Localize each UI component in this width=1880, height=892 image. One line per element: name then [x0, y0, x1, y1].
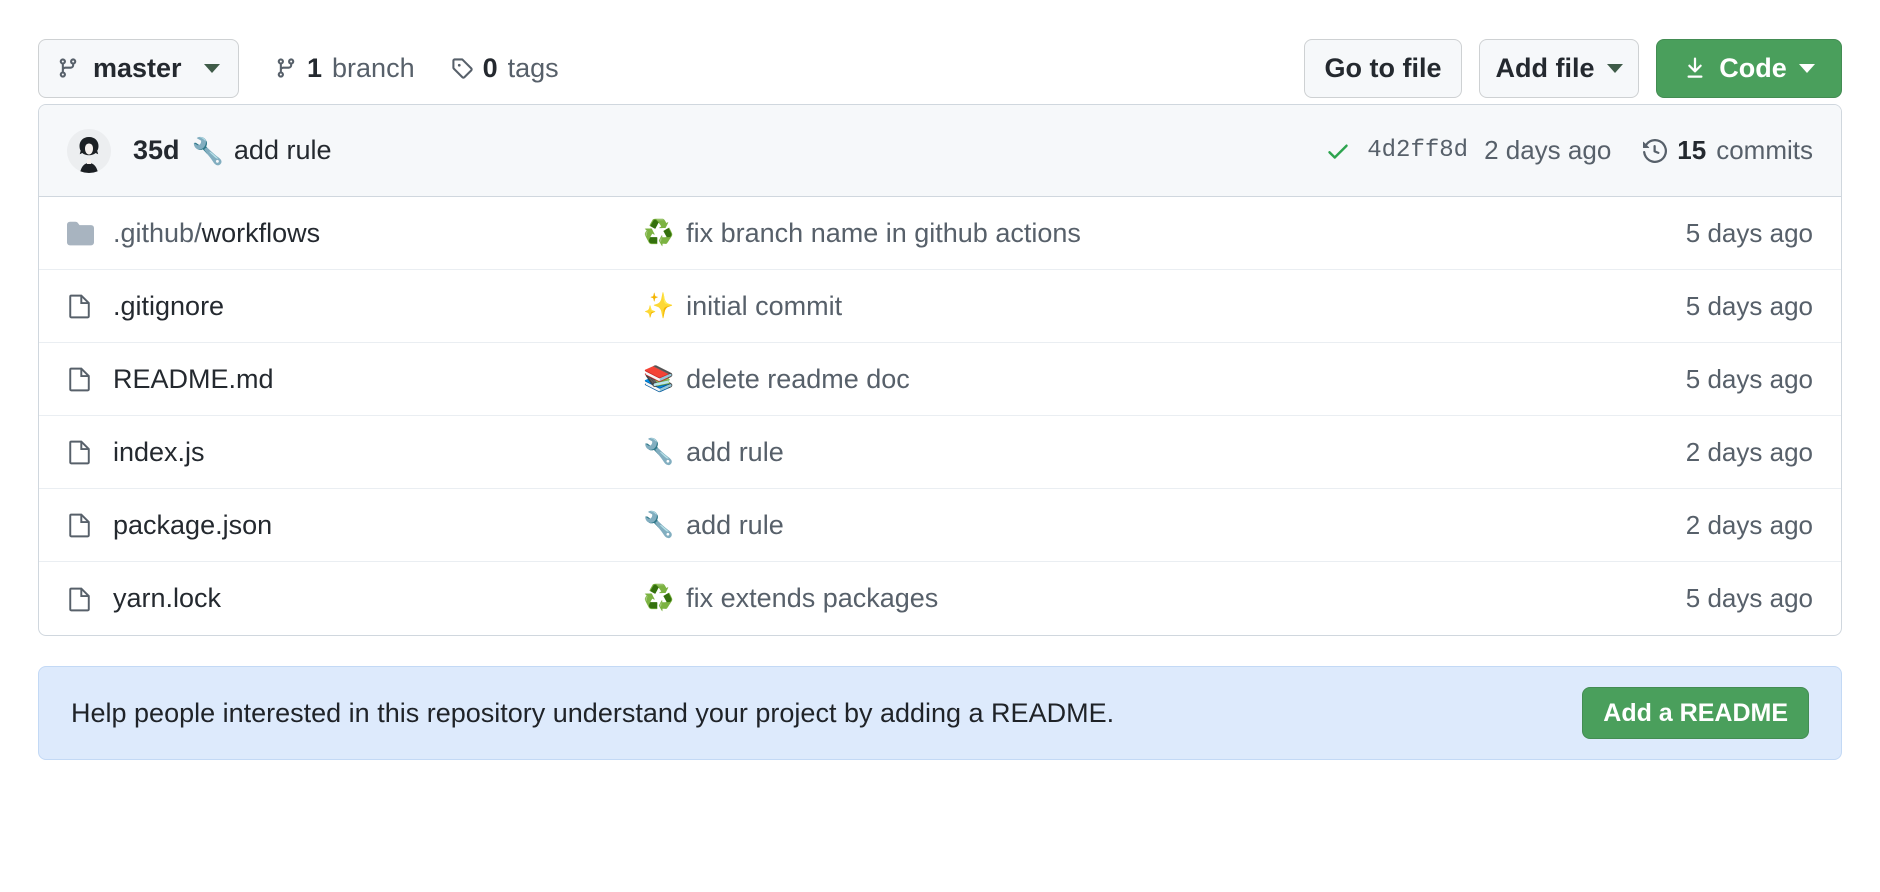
file-commit-text: add rule	[686, 509, 784, 540]
file-name[interactable]: README.md	[113, 364, 643, 395]
file-commit-text: delete readme doc	[686, 363, 910, 394]
file-list-panel: 35d 🔧 add rule 4d2ff8d 2 days ago 15 com…	[38, 104, 1842, 636]
git-branch-icon	[57, 57, 79, 79]
recycle-icon: ♻️	[643, 218, 675, 247]
file-commit-text: initial commit	[686, 290, 843, 321]
table-row[interactable]: package.json 🔧 add rule 2 days ago	[39, 489, 1841, 562]
add-file-label: Add file	[1495, 52, 1595, 83]
tag-count-label: tags	[507, 52, 559, 83]
check-icon[interactable]	[1325, 138, 1351, 164]
file-commit-text: fix branch name in github actions	[686, 217, 1081, 248]
code-button[interactable]: Code	[1656, 38, 1842, 98]
repository-file-browser: master 1 branch 0 tags Go to file Add fi…	[0, 0, 1880, 892]
commits-count-link[interactable]: 15 commits	[1643, 135, 1813, 166]
commit-author[interactable]: 35d	[133, 135, 180, 166]
file-commit-message[interactable]: 📚 delete readme doc	[643, 364, 1686, 395]
file-name[interactable]: .gitignore	[113, 291, 643, 322]
table-row[interactable]: index.js 🔧 add rule 2 days ago	[39, 416, 1841, 489]
tag-count-link[interactable]: 0 tags	[451, 53, 559, 84]
commit-date: 2 days ago	[1484, 135, 1612, 165]
branch-count-link[interactable]: 1 branch	[275, 53, 415, 84]
table-row[interactable]: README.md 📚 delete readme doc 5 days ago	[39, 343, 1841, 416]
file-commit-message[interactable]: 🔧 add rule	[643, 437, 1686, 468]
table-row[interactable]: .github/workflows ♻️ fix branch name in …	[39, 197, 1841, 270]
folder-icon	[67, 220, 113, 247]
go-to-file-button[interactable]: Go to file	[1304, 38, 1462, 98]
add-readme-banner: Help people interested in this repositor…	[38, 666, 1842, 760]
file-name-main: workflows	[201, 217, 321, 248]
file-date: 2 days ago	[1685, 436, 1813, 467]
file-date: 2 days ago	[1685, 509, 1813, 540]
chevron-down-icon	[1606, 63, 1623, 73]
file-name-main: yarn.lock	[113, 583, 222, 613]
file-name[interactable]: index.js	[113, 437, 643, 468]
chevron-down-icon	[1798, 63, 1815, 73]
books-icon: 📚	[643, 364, 675, 393]
file-date: 5 days ago	[1685, 217, 1813, 248]
branch-count-value: 1	[307, 52, 323, 83]
add-a-readme-button[interactable]: Add a README	[1582, 687, 1809, 739]
commits-count-label: commits	[1716, 135, 1813, 165]
wrench-icon: 🔧	[643, 510, 675, 539]
table-row[interactable]: .gitignore ✨ initial commit 5 days ago	[39, 270, 1841, 343]
wrench-icon: 🔧	[643, 437, 675, 466]
toolbar-right-group: Go to file Add file Code	[1304, 38, 1842, 98]
file-rows: .github/workflows ♻️ fix branch name in …	[39, 197, 1841, 635]
tag-count-value: 0	[482, 52, 498, 83]
file-name-main: README.md	[113, 363, 274, 394]
branch-count-label: branch	[332, 52, 415, 83]
file-name-main: .gitignore	[113, 290, 225, 321]
branch-name-label: master	[93, 52, 182, 83]
repo-toolbar: master 1 branch 0 tags Go to file Add fi…	[38, 0, 1842, 104]
download-icon	[1683, 56, 1707, 80]
wrench-icon: 🔧	[191, 135, 224, 166]
table-row[interactable]: yarn.lock ♻️ fix extends packages 5 days…	[39, 562, 1841, 635]
file-name-main: package.json	[113, 509, 273, 540]
file-name[interactable]: package.json	[113, 510, 643, 541]
file-date: 5 days ago	[1685, 583, 1813, 613]
file-icon	[67, 366, 113, 392]
file-name[interactable]: .github/workflows	[113, 218, 643, 249]
avatar[interactable]	[67, 128, 111, 173]
commit-meta-group: 4d2ff8d 2 days ago 15 commits	[1325, 135, 1813, 166]
tag-icon	[451, 57, 473, 79]
file-name-prefix: .github/	[113, 217, 202, 248]
file-commit-message[interactable]: ♻️ fix branch name in github actions	[643, 218, 1686, 249]
file-icon	[67, 586, 113, 612]
recycle-icon: ♻️	[643, 584, 675, 612]
file-date: 5 days ago	[1685, 290, 1813, 321]
sparkles-icon: ✨	[643, 291, 675, 320]
file-commit-text: add rule	[686, 436, 784, 467]
latest-commit-bar: 35d 🔧 add rule 4d2ff8d 2 days ago 15 com…	[39, 105, 1841, 197]
code-label: Code	[1719, 52, 1787, 83]
file-date: 5 days ago	[1685, 363, 1813, 394]
file-icon	[67, 512, 113, 538]
file-icon	[67, 439, 113, 465]
file-commit-message[interactable]: ♻️ fix extends packages	[643, 583, 1686, 614]
file-icon	[67, 293, 113, 319]
branch-selector-button[interactable]: master	[38, 38, 239, 98]
toolbar-left-group: master 1 branch 0 tags	[38, 38, 559, 98]
git-branch-icon	[275, 57, 297, 79]
add-file-button[interactable]: Add file	[1479, 38, 1639, 98]
banner-text: Help people interested in this repositor…	[71, 697, 1115, 728]
file-commit-message[interactable]: ✨ initial commit	[643, 291, 1686, 322]
chevron-down-icon	[204, 63, 220, 73]
file-name-main: index.js	[113, 436, 205, 467]
history-icon	[1643, 138, 1668, 163]
commit-message[interactable]: add rule	[234, 135, 332, 166]
file-commit-message[interactable]: 🔧 add rule	[643, 510, 1686, 541]
file-commit-text: fix extends packages	[686, 583, 939, 613]
file-name[interactable]: yarn.lock	[113, 583, 643, 614]
commits-count-value: 15	[1677, 135, 1707, 165]
commit-sha[interactable]: 4d2ff8d	[1367, 137, 1468, 164]
